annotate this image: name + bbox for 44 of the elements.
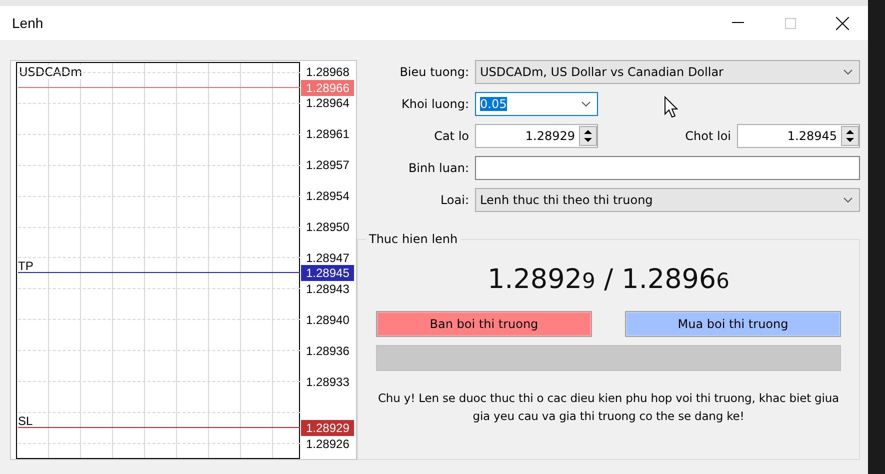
comment-field[interactable]: [475, 156, 860, 180]
price-axis-label: 1.28957: [305, 158, 350, 172]
close-icon[interactable]: [836, 16, 848, 30]
level-label: SL: [18, 414, 33, 428]
stop-loss-field[interactable]: 1.28929: [475, 124, 598, 148]
price-tag: 1.28945: [301, 265, 354, 282]
price-tag: 1.28929: [301, 420, 354, 436]
window-title: Lenh: [12, 15, 44, 31]
field-label: Chot loi: [684, 129, 731, 143]
order-button[interactable]: Mua boi thi truong: [625, 311, 841, 337]
field-label: Khoi luong:: [400, 97, 469, 111]
volume-dropdown[interactable]: 0.05: [475, 92, 598, 116]
price-axis-label: 1.28926: [305, 436, 350, 451]
field-label: Binh luan:: [407, 161, 469, 175]
mouse-pointer-icon: [664, 96, 678, 118]
field-label: Loai:: [439, 193, 469, 207]
field-label: Bieu tuong:: [398, 65, 469, 79]
price-axis-label: 1.28964: [305, 96, 350, 110]
symbol-label: USDCADm: [19, 65, 82, 79]
order-button[interactable]: Ban boi thi truong: [376, 311, 592, 337]
price-axis-label: 1.28968: [305, 65, 350, 80]
price-axis-label: 1.28933: [305, 374, 350, 389]
price-tag: 1.28966: [301, 80, 354, 96]
minimize-icon[interactable]: [732, 22, 744, 24]
price-axis-label: 1.28943: [305, 282, 350, 296]
order-type-dropdown[interactable]: Lenh thuc thi theo thi truong: [475, 188, 860, 212]
symbol-dropdown[interactable]: USDCADm, US Dollar vs Canadian Dollar: [475, 60, 860, 84]
level-label: TP: [18, 259, 34, 274]
price-axis-label: 1.28936: [305, 344, 350, 358]
bid-ask-price: 1.28929 / 1.28966: [486, 264, 730, 295]
price-axis-label: 1.28950: [305, 220, 350, 234]
price-axis-label: 1.28961: [305, 127, 350, 142]
field-label: Cat lo: [433, 129, 469, 143]
price-axis-label: 1.28947: [305, 250, 350, 265]
spinner-arrows-icon[interactable]: [579, 126, 597, 146]
spinner-arrows-icon[interactable]: [841, 126, 859, 146]
chevron-down-icon[interactable]: [843, 197, 853, 203]
notice-text: Chu y! Len se duoc thuc thi o cac dieu kien phu hop voi thi truong, khac biet giua gia yeu cau va gia thi truong co the se dang ke!: [377, 390, 840, 425]
price-axis-label: 1.28940: [305, 312, 350, 327]
chevron-down-icon[interactable]: [581, 101, 591, 107]
price-axis-label: 1.28954: [305, 189, 350, 204]
group-title: Thuc hien lenh: [368, 232, 459, 246]
chevron-down-icon[interactable]: [843, 69, 853, 75]
take-profit-field[interactable]: 1.28945: [737, 124, 860, 148]
